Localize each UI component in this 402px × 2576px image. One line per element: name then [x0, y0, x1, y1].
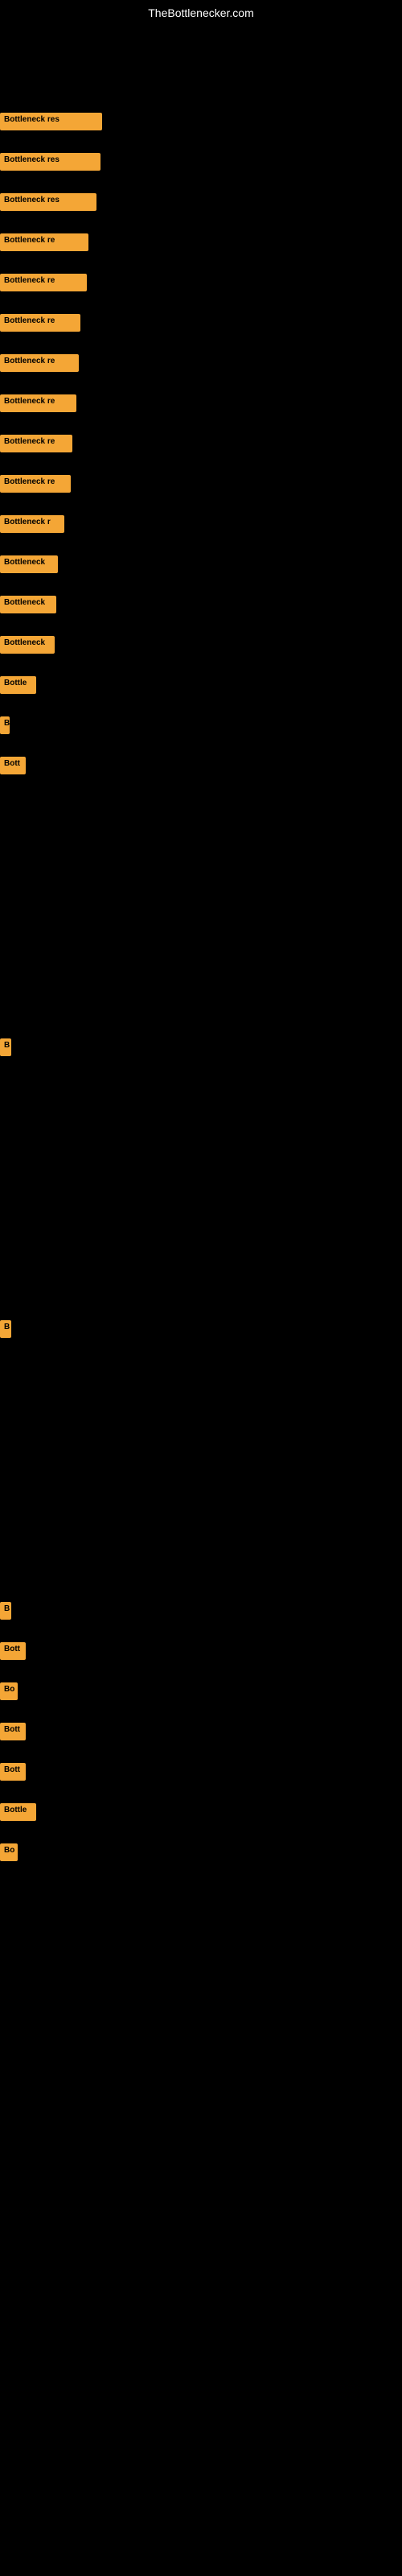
- bottleneck-badge-b10: Bottleneck re: [0, 475, 71, 493]
- bottleneck-badge-b2: Bottleneck res: [0, 153, 100, 171]
- bottleneck-badge-b9: Bottleneck re: [0, 435, 72, 452]
- bottleneck-badge-b11: Bottleneck r: [0, 515, 64, 533]
- bottleneck-badge-b6: Bottleneck re: [0, 314, 80, 332]
- bottleneck-badge-b7: Bottleneck re: [0, 354, 79, 372]
- bottleneck-badge-b15: Bottle: [0, 676, 36, 694]
- bottleneck-badge-b13: Bottleneck: [0, 596, 56, 613]
- bottleneck-badge-b22: Bo: [0, 1682, 18, 1700]
- bottleneck-badge-b20: B: [0, 1602, 11, 1620]
- bottleneck-badge-b12: Bottleneck: [0, 555, 58, 573]
- bottleneck-badge-b21: Bott: [0, 1642, 26, 1660]
- bottleneck-badge-b17: Bott: [0, 757, 26, 774]
- bottleneck-badge-b18: B: [0, 1038, 11, 1056]
- bottleneck-badge-b4: Bottleneck re: [0, 233, 88, 251]
- site-title: TheBottlenecker.com: [0, 0, 402, 26]
- bottleneck-badge-b25: Bottle: [0, 1803, 36, 1821]
- bottleneck-badge-b23: Bott: [0, 1723, 26, 1740]
- bottleneck-badge-b26: Bo: [0, 1843, 18, 1861]
- bottleneck-badge-b8: Bottleneck re: [0, 394, 76, 412]
- bottleneck-badge-b16: B: [0, 716, 10, 734]
- bottleneck-badge-b3: Bottleneck res: [0, 193, 96, 211]
- bottleneck-badge-b14: Bottleneck: [0, 636, 55, 654]
- bottleneck-badge-b5: Bottleneck re: [0, 274, 87, 291]
- bottleneck-badge-b24: Bott: [0, 1763, 26, 1781]
- bottleneck-badge-b19: B: [0, 1320, 11, 1338]
- bottleneck-badge-b1: Bottleneck res: [0, 113, 102, 130]
